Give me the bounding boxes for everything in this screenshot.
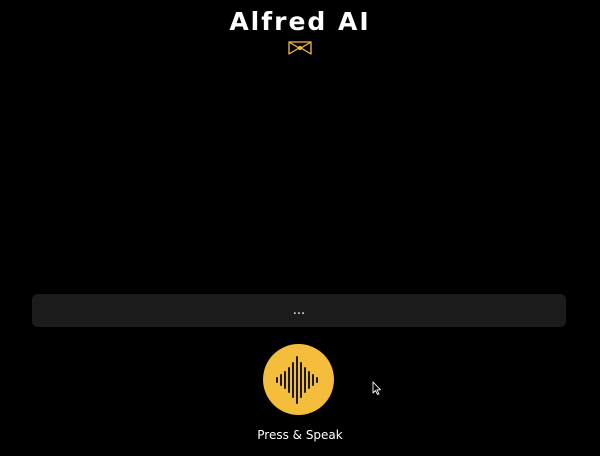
mouse-pointer-icon [372, 381, 381, 395]
transcript-bar: ... [32, 294, 566, 327]
bowtie-icon [288, 41, 312, 55]
press-and-speak-label: Press & Speak [257, 428, 343, 442]
press-and-speak-button[interactable] [263, 344, 334, 415]
waveform-icon [275, 355, 318, 404]
transcript-text: ... [292, 303, 306, 318]
app-header: Alfred AI [0, 6, 600, 55]
app-title: Alfred AI [229, 7, 371, 36]
